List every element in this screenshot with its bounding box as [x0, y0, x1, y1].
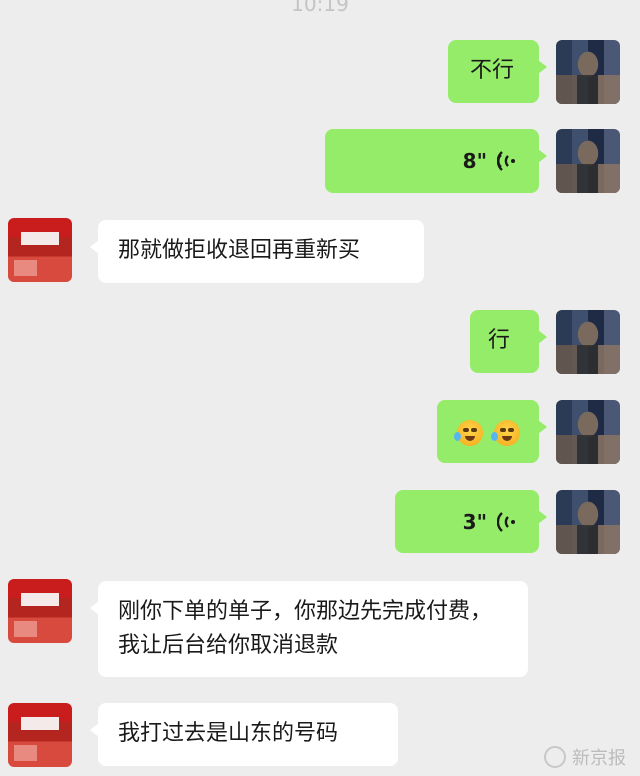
message-text: 不行 — [470, 58, 515, 83]
voice-message-bubble[interactable]: 8" — [325, 129, 547, 193]
avatar[interactable] — [556, 310, 620, 374]
voice-duration: 8" — [462, 149, 487, 173]
avatar[interactable] — [8, 703, 72, 767]
message-bubble[interactable]: 刚你下单的单子，你那边先完成付费，我让后台给你取消退款 — [90, 581, 528, 677]
voice-wave-icon — [497, 511, 515, 532]
emoji-message-bubble[interactable] — [437, 400, 547, 463]
message-text: 我打过去是山东的号码 — [118, 721, 339, 746]
watermark: 新京报 — [544, 744, 626, 770]
avatar[interactable] — [8, 579, 72, 643]
message-bubble[interactable]: 那就做拒收退回再重新买 — [90, 220, 424, 283]
avatar[interactable] — [556, 490, 620, 554]
message-bubble[interactable]: 行 — [470, 310, 547, 373]
cry-laugh-emoji — [454, 420, 483, 446]
message-text: 刚你下单的单子，你那边先完成付费，我让后台给你取消退款 — [118, 599, 493, 658]
avatar[interactable] — [556, 129, 620, 193]
voice-duration: 3" — [462, 509, 487, 534]
voice-message-bubble[interactable]: 3" — [395, 490, 547, 553]
cry-laugh-emoji — [491, 420, 520, 446]
message-bubble[interactable]: 不行 — [448, 40, 547, 103]
avatar[interactable] — [556, 400, 620, 464]
voice-wave-icon — [497, 151, 515, 171]
watermark-logo-icon — [544, 746, 566, 768]
watermark-text: 新京报 — [572, 748, 626, 769]
message-text: 那就做拒收退回再重新买 — [118, 238, 361, 263]
avatar[interactable] — [8, 218, 72, 282]
avatar[interactable] — [556, 40, 620, 104]
message-text: 行 — [488, 328, 511, 353]
message-bubble[interactable]: 我打过去是山东的号码 — [90, 703, 398, 766]
status-time: 10:19 — [291, 0, 349, 16]
